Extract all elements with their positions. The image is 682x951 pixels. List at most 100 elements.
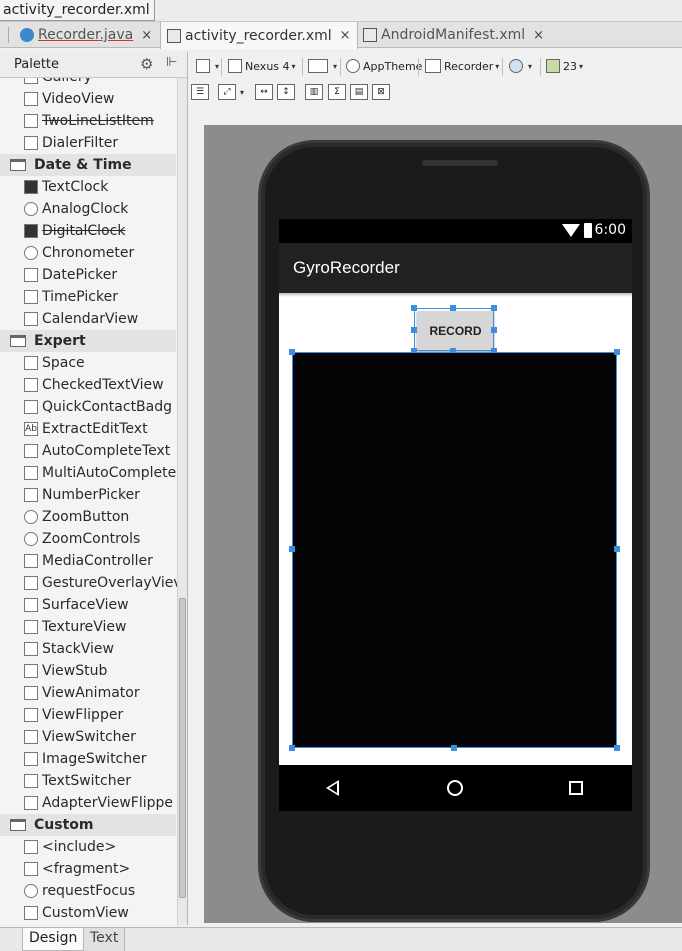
- palette-item-viewstub[interactable]: ViewStub: [0, 660, 176, 682]
- palette-item-label: TimePicker: [42, 289, 118, 305]
- resize-handle[interactable]: [614, 349, 620, 355]
- device-selector[interactable]: Nexus 4 ▾: [228, 55, 296, 77]
- tab-text[interactable]: Text: [84, 928, 126, 951]
- pin-icon[interactable]: ⊩: [166, 55, 177, 70]
- palette-item-textclock[interactable]: TextClock: [0, 176, 176, 198]
- palette-item-imageswitcher[interactable]: ImageSwitcher: [0, 748, 176, 770]
- layout-columns-icon[interactable]: ▥: [305, 84, 323, 100]
- palette-item-checkedtextview[interactable]: CheckedTextView: [0, 374, 176, 396]
- widget-icon: [24, 708, 38, 722]
- palette-item-chronometer[interactable]: Chronometer: [0, 242, 176, 264]
- palette-group-expert[interactable]: Expert: [0, 330, 176, 352]
- palette-item-label: ViewFlipper: [42, 707, 124, 723]
- rotate-icon: [308, 59, 328, 73]
- palette-item-label: AnalogClock: [42, 201, 129, 217]
- palette-group-custom[interactable]: Custom: [0, 814, 176, 836]
- locale-selector[interactable]: ▾: [509, 55, 532, 77]
- palette-item-label: TextureView: [42, 619, 127, 635]
- palette-item-viewanimator[interactable]: ViewAnimator: [0, 682, 176, 704]
- palette-item-customview[interactable]: CustomView: [0, 902, 176, 924]
- palette-item-autocompletetext[interactable]: AutoCompleteText: [0, 440, 176, 462]
- distribute-icon[interactable]: ▤: [350, 84, 368, 100]
- resize-handle[interactable]: [450, 305, 456, 311]
- status-time: 6:00: [594, 222, 626, 238]
- palette-item-twolinelistitem[interactable]: TwoLineListItem: [0, 110, 176, 132]
- close-tab-icon[interactable]: ×: [141, 28, 152, 43]
- palette-item-zoombutton[interactable]: ZoomButton: [0, 506, 176, 528]
- tab-recorder-java[interactable]: Recorder.java ×: [14, 22, 158, 48]
- palette-item-multiautocomplete[interactable]: MultiAutoComplete: [0, 462, 176, 484]
- tab-android-manifest[interactable]: AndroidManifest.xml ×: [357, 22, 550, 48]
- palette-item-viewflipper[interactable]: ViewFlipper: [0, 704, 176, 726]
- gear-icon[interactable]: ⚙: [140, 55, 153, 73]
- palette-item-surfaceview[interactable]: SurfaceView: [0, 594, 176, 616]
- palette-item-zoomcontrols[interactable]: ZoomControls: [0, 528, 176, 550]
- palette-item-digitalclock[interactable]: DigitalClock: [0, 220, 176, 242]
- theme-selector[interactable]: AppTheme: [346, 55, 422, 77]
- palette-item-stackview[interactable]: StackView: [0, 638, 176, 660]
- palette-item-videoview[interactable]: VideoView: [0, 88, 176, 110]
- palette-group-date-time[interactable]: Date & Time: [0, 154, 176, 176]
- surface-view[interactable]: [292, 352, 617, 748]
- tab-design[interactable]: Design: [22, 928, 85, 951]
- zoom-fit-icon[interactable]: ⤢: [218, 84, 236, 100]
- wifi-icon: [562, 224, 580, 237]
- widget-icon: [24, 224, 38, 238]
- android-icon: [546, 59, 560, 73]
- close-tab-icon[interactable]: ×: [340, 28, 351, 43]
- palette-item-adapterviewflippe[interactable]: AdapterViewFlippe: [0, 792, 176, 814]
- resize-handle[interactable]: [289, 546, 295, 552]
- resize-handle[interactable]: [289, 745, 295, 751]
- palette-item-quickcontactbadg[interactable]: QuickContactBadg: [0, 396, 176, 418]
- activity-label: Recorder: [444, 59, 494, 73]
- palette-item-analogclock[interactable]: AnalogClock: [0, 198, 176, 220]
- phone-icon: [228, 59, 242, 73]
- resize-handle[interactable]: [491, 327, 497, 333]
- palette-item-timepicker[interactable]: TimePicker: [0, 286, 176, 308]
- zoom-actual-icon[interactable]: ↔: [255, 84, 273, 100]
- resize-handle[interactable]: [411, 305, 417, 311]
- resize-handle[interactable]: [411, 327, 417, 333]
- palette-item-label: ZoomControls: [42, 531, 141, 547]
- palette-item-requestfocus[interactable]: requestFocus: [0, 880, 176, 902]
- resize-handle[interactable]: [614, 745, 620, 751]
- toolbar-separator: [502, 58, 503, 76]
- toggle-grid-icon[interactable]: ☰: [191, 84, 209, 100]
- refresh-layout-icon[interactable]: ⊠: [372, 84, 390, 100]
- palette-item-include[interactable]: <include>: [0, 836, 176, 858]
- layout-variants-button[interactable]: ▾: [196, 55, 219, 77]
- palette-item-extractedittext[interactable]: Ab ExtractEditText: [0, 418, 176, 440]
- palette-item-datepicker[interactable]: DatePicker: [0, 264, 176, 286]
- resize-handle[interactable]: [289, 349, 295, 355]
- palette-item-space[interactable]: Space: [0, 352, 176, 374]
- widget-icon: [24, 862, 38, 876]
- tab-activity-recorder-xml[interactable]: activity_recorder.xml ×: [160, 22, 358, 49]
- resize-handle[interactable]: [491, 305, 497, 311]
- zoom-vertical-icon[interactable]: ↕: [277, 84, 295, 100]
- api-level-selector[interactable]: 23 ▾: [546, 55, 583, 77]
- palette-item-fragment[interactable]: <fragment>: [0, 858, 176, 880]
- scrollbar-thumb[interactable]: [179, 598, 186, 898]
- palette-item-textswitcher[interactable]: TextSwitcher: [0, 770, 176, 792]
- close-tab-icon[interactable]: ×: [533, 28, 544, 43]
- palette-item-gestureoverlayviev[interactable]: GestureOverlayViev: [0, 572, 182, 594]
- palette-item-label: SurfaceView: [42, 597, 129, 613]
- palette-item-viewswitcher[interactable]: ViewSwitcher: [0, 726, 176, 748]
- orientation-button[interactable]: ▾: [308, 55, 337, 77]
- palette-item-numberpicker[interactable]: NumberPicker: [0, 484, 176, 506]
- resize-handle[interactable]: [451, 745, 457, 751]
- widget-icon: [24, 466, 38, 480]
- palette-item-mediacontroller[interactable]: MediaController: [0, 550, 176, 572]
- widget-icon: [24, 532, 38, 546]
- breadcrumb[interactable]: activity_recorder.xml: [0, 0, 155, 21]
- device-speaker: [422, 160, 498, 166]
- palette-item-textureview[interactable]: TextureView: [0, 616, 176, 638]
- palette-item-calendarview[interactable]: CalendarView: [0, 308, 176, 330]
- zoom-menu-arrow[interactable]: ▾: [238, 81, 244, 103]
- theme-icon: [346, 59, 360, 73]
- resize-handle[interactable]: [614, 546, 620, 552]
- activity-selector[interactable]: Recorder ▾: [425, 55, 499, 77]
- sum-icon[interactable]: Σ: [328, 84, 346, 100]
- palette-scrollbar[interactable]: [177, 78, 187, 925]
- palette-item-dialerfilter[interactable]: DialerFilter: [0, 132, 176, 154]
